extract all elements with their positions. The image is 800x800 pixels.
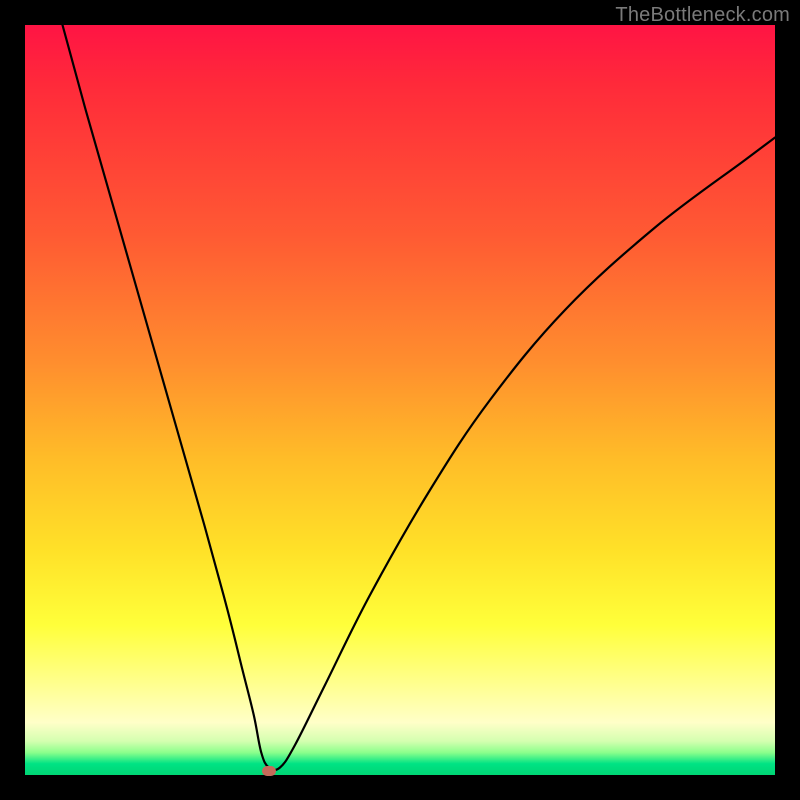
chart-frame: TheBottleneck.com bbox=[0, 0, 800, 800]
plot-area bbox=[25, 25, 775, 775]
optimal-point-marker bbox=[262, 766, 276, 776]
bottleneck-curve bbox=[25, 25, 775, 775]
curve-line bbox=[63, 25, 776, 770]
attribution-text: TheBottleneck.com bbox=[615, 4, 790, 27]
